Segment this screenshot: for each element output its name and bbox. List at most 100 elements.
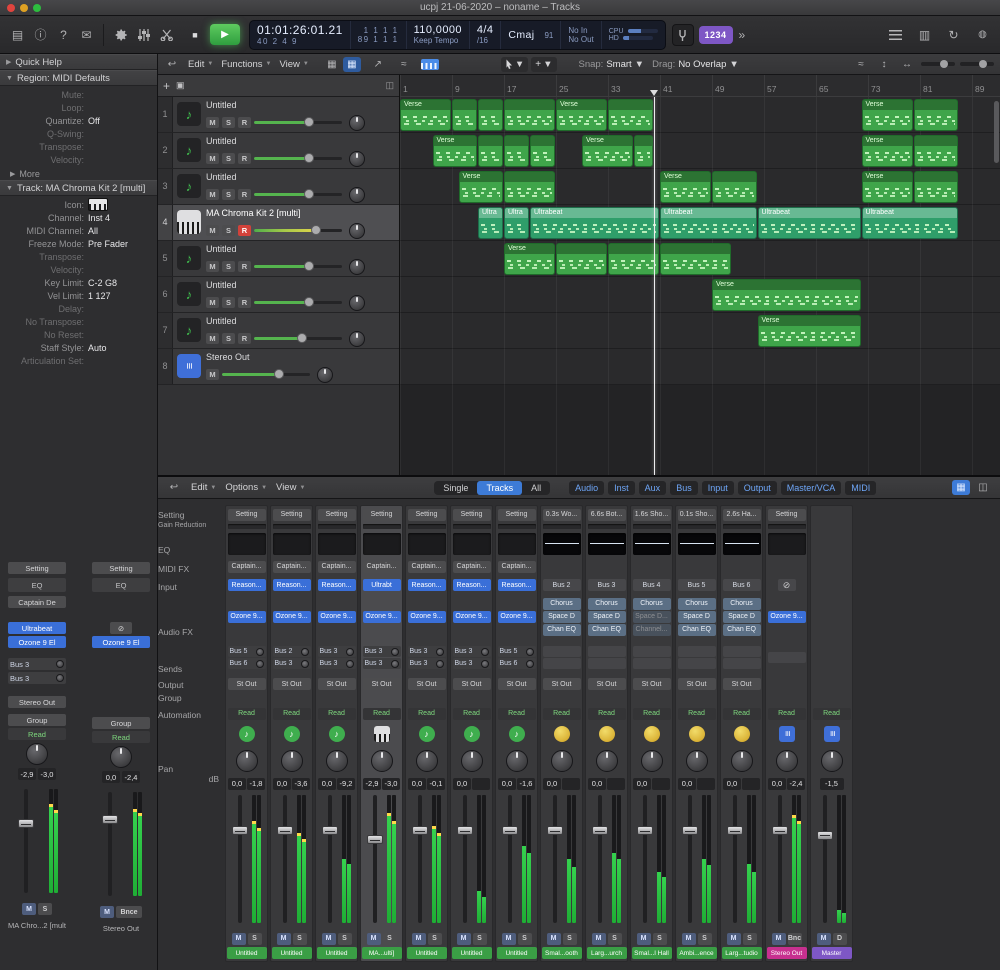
- midi-fx-slot[interactable]: Captain...: [318, 561, 356, 573]
- automation-mode-button[interactable]: Read: [543, 708, 581, 720]
- channel-name[interactable]: Smal...l Hall: [632, 947, 672, 959]
- volume-readout[interactable]: 0,0: [318, 778, 336, 790]
- empty-send-slot[interactable]: [723, 658, 761, 669]
- track-solo-button[interactable]: S: [222, 117, 235, 128]
- filter-audio[interactable]: Audio: [569, 481, 604, 495]
- output-slot[interactable]: St Out: [633, 678, 671, 690]
- track-header[interactable]: 4MA Chroma Kit 2 [multi]MSR: [158, 205, 399, 241]
- browsers-icon[interactable]: ◍: [971, 23, 994, 47]
- channel-setting-button[interactable]: Setting: [8, 562, 66, 574]
- volume-readout[interactable]: -1,5: [820, 778, 844, 790]
- mute-button[interactable]: M: [682, 933, 696, 945]
- audio-fx-slot[interactable]: Ozone 9...: [273, 611, 311, 623]
- send-level-knob[interactable]: [256, 660, 264, 668]
- eq-display[interactable]: [228, 533, 266, 555]
- pan-knob[interactable]: [236, 750, 258, 772]
- inspector-icon[interactable]: ⓘ: [29, 23, 52, 47]
- track-volume-slider[interactable]: [254, 225, 342, 235]
- inspector-param-row[interactable]: No Reset:: [0, 328, 157, 341]
- tracks-vertical-scrollbar[interactable]: [994, 101, 999, 163]
- lcd-key-section[interactable]: Cmaj 91: [501, 21, 561, 49]
- audio-fx-slot[interactable]: Ozone 9...: [318, 611, 356, 623]
- output-slot[interactable]: St Out: [588, 678, 626, 690]
- midi-region[interactable]: Ultrabeat: [660, 207, 757, 239]
- command-click-tool-selector[interactable]: + ▼: [531, 57, 556, 72]
- back-arrow-icon[interactable]: ↩: [166, 476, 182, 500]
- lcd-signature-section[interactable]: 4/4 /16: [470, 21, 502, 49]
- audio-fx-slot[interactable]: Ozone 9...: [768, 611, 806, 623]
- solo-button[interactable]: S: [338, 933, 352, 945]
- fader-cap[interactable]: [817, 831, 833, 840]
- channel-name[interactable]: Larg...urch: [587, 947, 627, 959]
- automation-mode-button[interactable]: Read: [92, 731, 150, 743]
- lcd-key[interactable]: Cmaj: [508, 29, 534, 41]
- track-pan-knob[interactable]: [349, 331, 365, 347]
- audio-fx-slot[interactable]: Ozone 9...: [363, 611, 401, 623]
- channel-setting-button[interactable]: Setting: [363, 509, 401, 521]
- empty-send-slot[interactable]: [633, 658, 671, 669]
- audio-fx-slot[interactable]: Chorus: [633, 598, 671, 610]
- apple-loops-icon[interactable]: ↻: [942, 23, 965, 47]
- track-header-options-icon[interactable]: ◫: [385, 80, 394, 91]
- lcd-time-signature[interactable]: 4/4: [477, 24, 494, 36]
- empty-send-slot[interactable]: [678, 646, 716, 657]
- mixer-channel-strip[interactable]: SettingCaptain...Reason...Ozone 9...Bus …: [315, 505, 358, 962]
- mute-button[interactable]: M: [502, 933, 516, 945]
- volume-readout[interactable]: 0,0: [588, 778, 606, 790]
- inspector-param-row[interactable]: Key Limit:C-2 G8: [0, 276, 157, 289]
- pan-knob[interactable]: [506, 750, 528, 772]
- track-record-button[interactable]: R: [238, 297, 251, 308]
- send-level-knob[interactable]: [56, 674, 64, 682]
- pan-knob[interactable]: [26, 743, 48, 765]
- pan-knob[interactable]: [416, 750, 438, 772]
- feedback-icon[interactable]: ✉: [75, 23, 98, 47]
- output-slot[interactable]: St Out: [273, 678, 311, 690]
- track-pan-knob[interactable]: [349, 259, 365, 275]
- mute-button[interactable]: M: [322, 933, 336, 945]
- send-level-knob[interactable]: [526, 660, 534, 668]
- pan-knob[interactable]: [110, 746, 132, 768]
- lcd-time-section[interactable]: 01:01:26:01.21 40 2 4 9: [250, 21, 351, 49]
- solo-button[interactable]: S: [383, 933, 397, 945]
- midi-region[interactable]: [660, 243, 731, 275]
- mute-button[interactable]: M: [547, 933, 561, 945]
- audio-fx-slot[interactable]: Ozone 9 El: [92, 636, 150, 648]
- playhead-line[interactable]: [654, 97, 655, 475]
- volume-slider-thumb[interactable]: [297, 333, 307, 343]
- mute-button[interactable]: M: [22, 903, 36, 915]
- inspector-param-row[interactable]: Staff Style:Auto: [0, 341, 157, 354]
- send-level-knob[interactable]: [56, 660, 64, 668]
- audio-fx-slot[interactable]: Space D: [723, 611, 761, 623]
- volume-readout[interactable]: [697, 778, 715, 790]
- automation-mode-button[interactable]: Read: [408, 708, 446, 720]
- send-level-knob[interactable]: [481, 660, 489, 668]
- send-level-knob[interactable]: [436, 660, 444, 668]
- send-slot[interactable]: Bus 3: [453, 658, 491, 669]
- track-pan-knob[interactable]: [349, 223, 365, 239]
- volume-readout[interactable]: -3,6: [292, 778, 310, 790]
- eq-display[interactable]: [498, 533, 536, 555]
- inspector-param-row[interactable]: Q-Swing:: [0, 127, 157, 140]
- fader-cap[interactable]: [412, 826, 428, 835]
- midi-region[interactable]: [914, 135, 959, 167]
- empty-send-slot[interactable]: [588, 646, 626, 657]
- channel-name[interactable]: MA...ulti]: [362, 947, 402, 959]
- eq-display[interactable]: [363, 533, 401, 555]
- eq-display[interactable]: [678, 533, 716, 555]
- send-slot[interactable]: Bus 5: [228, 646, 266, 657]
- volume-readout[interactable]: 0,0: [543, 778, 561, 790]
- empty-send-slot[interactable]: [633, 646, 671, 657]
- inspector-param-row[interactable]: Loop:: [0, 101, 157, 114]
- track-solo-button[interactable]: S: [222, 225, 235, 236]
- track-solo-button[interactable]: S: [222, 333, 235, 344]
- output-slot[interactable]: St Out: [543, 678, 581, 690]
- fader-cap[interactable]: [232, 826, 248, 835]
- track-solo-button[interactable]: S: [222, 153, 235, 164]
- midi-fx-slot[interactable]: Captain...: [498, 561, 536, 573]
- lcd-tempo-section[interactable]: 110,0000 Keep Tempo: [407, 21, 470, 49]
- inspector-param-row[interactable]: Icon:: [0, 198, 157, 211]
- group-slot[interactable]: Group: [8, 714, 66, 726]
- track-record-button[interactable]: R: [238, 117, 251, 128]
- midi-region[interactable]: Ultra: [504, 207, 529, 239]
- audio-fx-slot[interactable]: Ozone 9...: [498, 611, 536, 623]
